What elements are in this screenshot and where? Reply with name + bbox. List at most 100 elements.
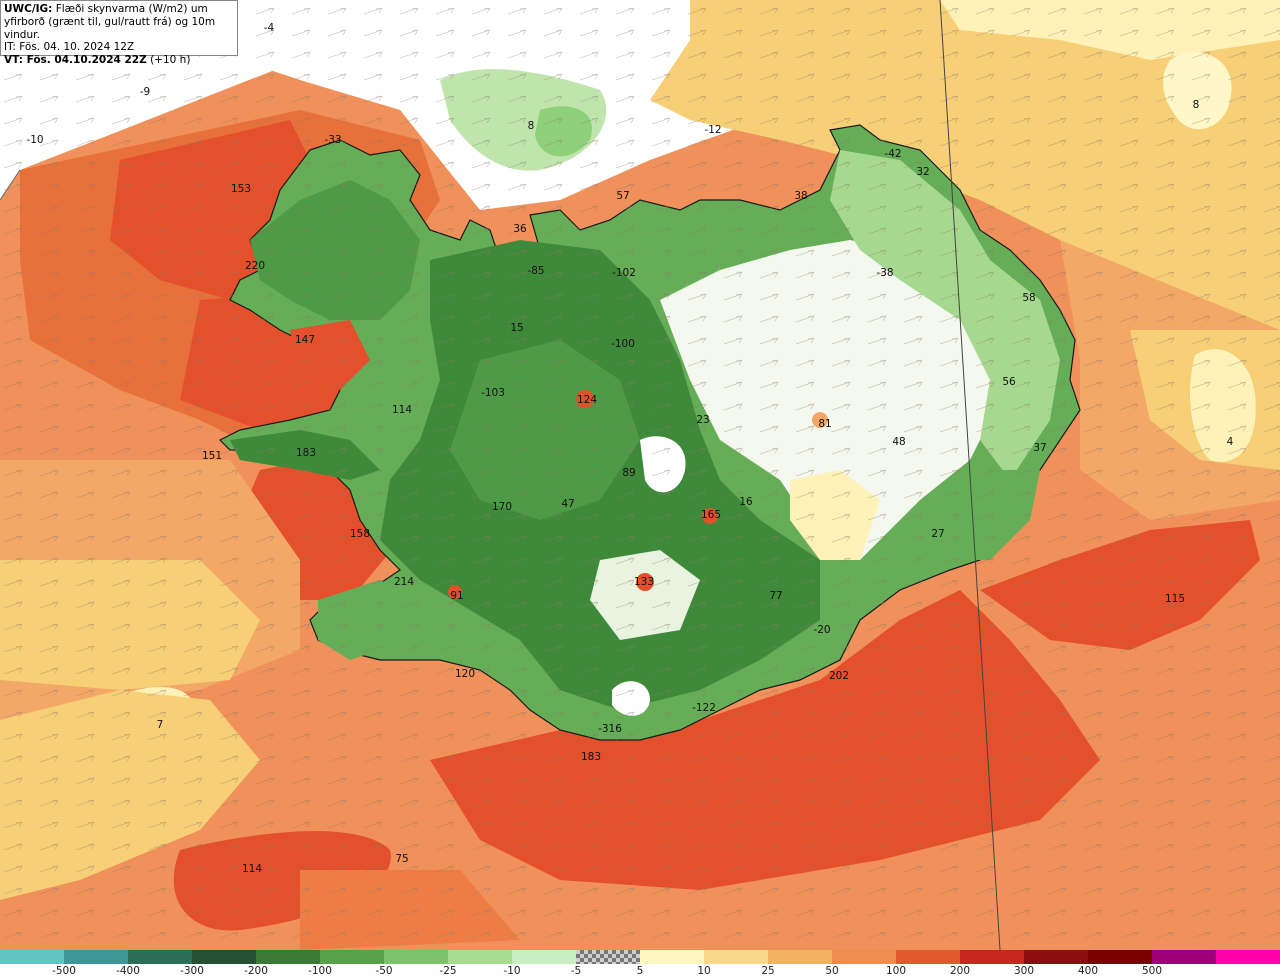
legend-swatch [640,950,704,964]
legend-tick-label: 100 [885,965,907,977]
legend-tick-label: 50 [825,965,839,977]
value-label: 89 [622,467,636,479]
value-label: 57 [616,190,630,202]
value-label: 7 [156,719,164,731]
value-label: 4 [1226,436,1234,448]
value-label: 8 [527,120,535,132]
value-label: -316 [598,723,622,735]
value-label: 48 [892,436,906,448]
value-label: 77 [769,590,783,602]
value-label: 58 [1022,292,1036,304]
value-label: -9 [139,86,151,98]
value-label: 36 [513,223,527,235]
value-label: -42 [884,148,902,160]
value-label: 56 [1002,376,1016,388]
legend-tick-label: -200 [244,965,268,977]
value-label: 147 [294,334,316,346]
legend-tick-label: -500 [52,965,76,977]
valid-time-line: VT: Fös. 04.10.2024 22Z (+10 h) [4,54,234,67]
value-label: -122 [692,702,716,714]
value-label: 115 [1164,593,1186,605]
legend-tick-label: 10 [697,965,711,977]
value-label: 23 [696,414,710,426]
value-label: -38 [876,267,894,279]
forecast-step: (+10 h) [146,54,191,67]
title-text: Flæði skynvarma (W/m2) um [52,3,208,15]
value-label: 165 [700,509,722,521]
legend-swatch [768,950,832,964]
legend-swatch [64,950,128,964]
value-label: 75 [395,853,409,865]
legend-swatch [0,950,64,964]
legend-tick-label: 200 [949,965,971,977]
legend-tick-label: -100 [308,965,332,977]
weather-map-view: -4 -9 -10 8 -12 8 -33 153 57 38 -42 32 3… [0,0,1280,978]
legend-swatch [448,950,512,964]
legend-tick-label: 500 [1141,965,1163,977]
legend-tick-label: -300 [180,965,204,977]
legend-swatch [512,950,576,964]
value-label: 214 [393,576,415,588]
init-time: IT: Fös. 04. 10. 2024 12Z [4,41,135,54]
value-label: 27 [931,528,945,540]
legend-swatch [576,950,640,964]
value-label: 158 [349,528,371,540]
legend-swatch [128,950,192,964]
value-label: 81 [818,418,832,430]
legend-tick-label: -25 [439,965,457,977]
value-label: 114 [391,404,413,416]
value-label: 183 [580,751,602,763]
heat-flux-map [0,0,1280,950]
value-label: -103 [481,387,505,399]
legend-tick-label: 25 [761,965,775,977]
value-label: 15 [510,322,524,334]
value-label: 133 [633,576,655,588]
legend-swatch [192,950,256,964]
value-label: 47 [561,498,575,510]
value-label: -20 [813,624,831,636]
value-label: 124 [576,394,598,406]
value-label: 32 [916,166,930,178]
legend-swatch [256,950,320,964]
value-label: 91 [450,590,464,602]
legend-swatch [960,950,1024,964]
legend-tick-label: 400 [1077,965,1099,977]
value-label: -33 [324,134,342,146]
legend-tick-label: 300 [1013,965,1035,977]
value-label: -102 [612,267,636,279]
value-label: 16 [739,496,753,508]
value-label: 38 [794,190,808,202]
legend-tick-label: -50 [375,965,393,977]
value-label: 183 [295,447,317,459]
value-label: 151 [201,450,223,462]
value-label: 153 [230,183,252,195]
legend-tick-label: -400 [116,965,140,977]
legend-swatch [1216,950,1280,964]
value-label: 170 [491,501,513,513]
legend-tick-label: -5 [570,965,582,977]
map-info-box: UWC/IG: Flæði skynvarma (W/m2) um yfirbo… [0,0,238,66]
legend-tick-label: 5 [636,965,644,977]
value-label: -100 [611,338,635,350]
legend-swatch [384,950,448,964]
model-name: UWC/IG: [4,3,53,15]
value-label: 220 [244,260,266,272]
legend-swatch [1088,950,1152,964]
value-label: 120 [454,668,476,680]
legend-tick-label: -10 [503,965,521,977]
wind-barb-overlay [0,0,1280,950]
color-legend: -500 -400 -300 -200 -100 -50 -25 -10 -5 5 10 25 50 10… [0,950,1280,978]
legend-swatch [320,950,384,964]
value-label: 8 [1192,99,1200,111]
value-label: -12 [704,124,722,136]
title-line-1: UWC/IG: Flæði skynvarma (W/m2) um [4,3,234,16]
value-label: 37 [1033,442,1047,454]
value-label: 114 [241,863,263,875]
legend-swatch [896,950,960,964]
value-label: 202 [828,670,850,682]
value-label: -10 [26,134,44,146]
title-line-2: yfirborð (grænt til, gul/rautt frá) og 1… [4,15,216,41]
legend-swatch [832,950,896,964]
legend-color-bar [0,950,1280,964]
valid-time: VT: Fös. 04.10.2024 22Z [4,54,147,67]
